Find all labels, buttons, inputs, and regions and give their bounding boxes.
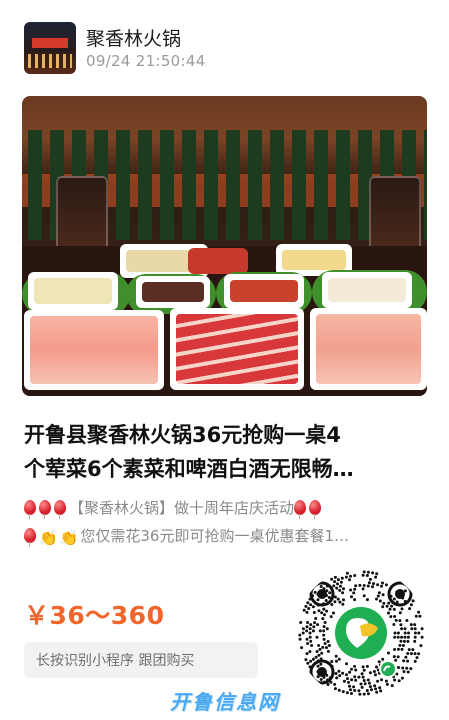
long-press-hint-text: 长按识别小程序 跟团购买 [36, 653, 195, 669]
dish-menu-card [188, 248, 248, 274]
dish-tofu [28, 272, 118, 310]
avatar-lights [28, 54, 72, 68]
price-range: ￥36～360 [24, 601, 165, 630]
post-title-line-2: 个荤菜6个素菜和啤酒白酒无限畅… [24, 457, 354, 481]
red-balloon-icon [39, 500, 51, 519]
hotpot-table-photo[interactable] [22, 96, 427, 396]
post-header: 聚香林火锅 09/24 21:50:44 [24, 22, 429, 78]
site-watermark: 开鲁信息网 [170, 690, 280, 714]
avatar-shop-sign [32, 38, 68, 48]
red-balloon-icon [24, 528, 36, 547]
long-press-hint-bar[interactable]: 长按识别小程序 跟团购买 [24, 642, 258, 678]
post-title[interactable]: 开鲁县聚香林火锅36元抢购一桌4 个荤菜6个素菜和啤酒白酒无限畅… [24, 418, 428, 486]
dish-lotus-root [322, 272, 412, 308]
clapping-hands-icon: 👏 [39, 529, 58, 547]
dish-lamb-rolls [24, 310, 164, 390]
description-text-2: 您仅需花36元即可抢购一桌优惠套餐1… [80, 527, 350, 545]
shop-name[interactable]: 聚香林火锅 [86, 24, 181, 51]
red-balloon-icon [24, 500, 36, 519]
dish-sausage [224, 274, 304, 308]
post-description-line-2: 👏 👏 您仅需花36元即可抢购一桌优惠套餐1… [24, 522, 428, 552]
mini-program-code-icon [298, 570, 424, 696]
description-text-1: 【聚香林火锅】做十周年店庆活动 [69, 499, 295, 517]
clapping-hands-icon: 👏 [59, 529, 79, 547]
post-title-line-1: 开鲁县聚香林火锅36元抢购一桌4 [24, 423, 341, 447]
red-balloon-icon [54, 500, 66, 519]
beer-pitcher-left [56, 176, 108, 256]
shop-avatar[interactable] [24, 22, 76, 74]
post-timestamp: 09/24 21:50:44 [86, 52, 206, 70]
post-description-line-1: 【聚香林火锅】做十周年店庆活动 [24, 494, 428, 522]
dish-blood-tofu [136, 276, 210, 308]
red-balloon-icon [294, 500, 307, 519]
mini-program-code[interactable] [296, 568, 426, 698]
beer-pitcher-right [369, 176, 421, 256]
dish-beef-rolls [170, 308, 304, 390]
dish-pork-rolls [310, 308, 427, 390]
post-description: 【聚香林火锅】做十周年店庆活动 👏 👏 您仅需花36元即可抢购一桌优惠套餐1… [24, 494, 428, 552]
red-balloon-icon [309, 500, 322, 519]
